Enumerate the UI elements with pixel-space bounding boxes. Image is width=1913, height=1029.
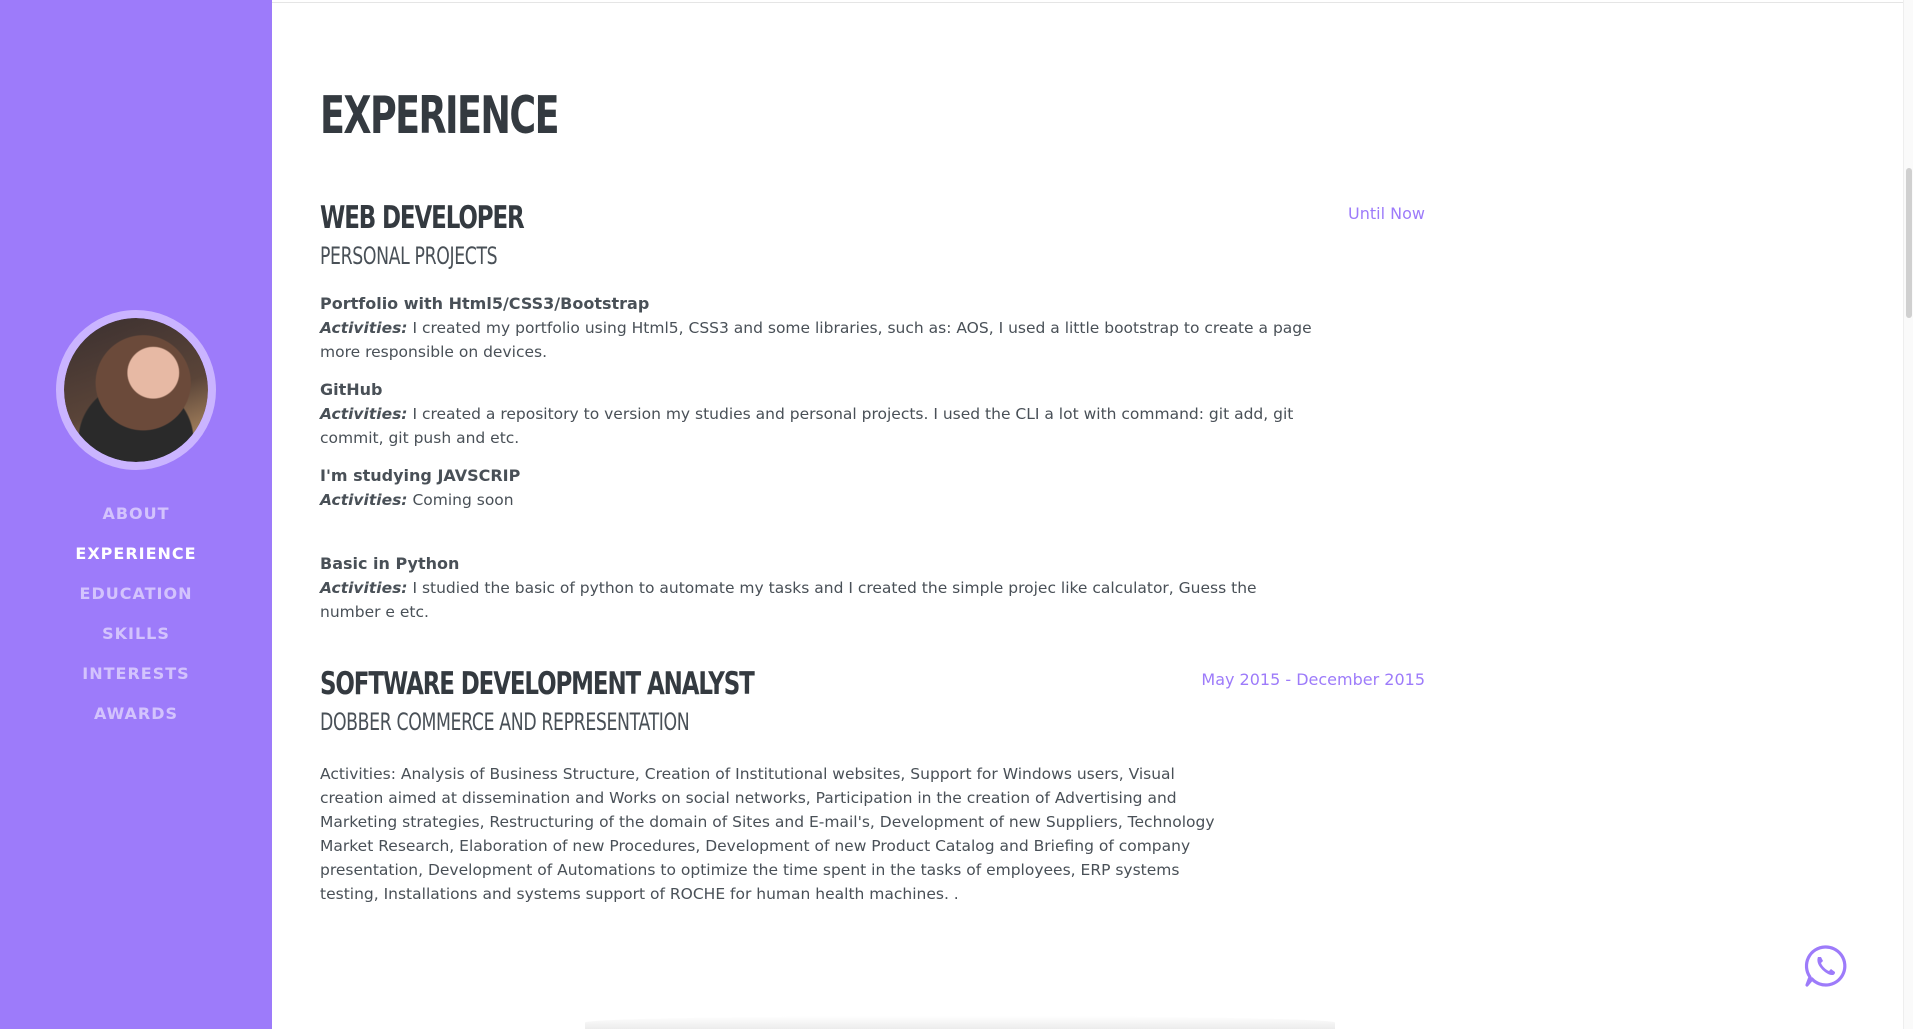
project-description: Activities: I created my portfolio using…	[320, 316, 1320, 364]
job-date: Until Now	[1348, 204, 1425, 223]
project-title: Basic in Python	[320, 554, 460, 573]
activities-text: Coming soon	[407, 491, 514, 509]
nav-item-skills[interactable]: SKILLS	[75, 614, 196, 654]
activities-label: Activities:	[320, 405, 408, 423]
job-company: PERSONAL PROJECTS	[320, 242, 498, 270]
avatar	[56, 310, 216, 470]
job-date: May 2015 - December 2015	[1201, 670, 1425, 689]
nav-item-interests[interactable]: INTERESTS	[75, 654, 196, 694]
nav-item-awards[interactable]: AWARDS	[75, 694, 196, 734]
project-item: GitHub Activities: I created a repositor…	[320, 378, 1425, 450]
job-title: SOFTWARE DEVELOPMENT ANALYST	[320, 666, 755, 702]
scrollbar-thumb[interactable]	[1906, 168, 1912, 318]
job-entry: May 2015 - December 2015 SOFTWARE DEVELO…	[320, 666, 1425, 906]
footer-shadow	[585, 1016, 1335, 1029]
project-title: GitHub	[320, 380, 383, 399]
project-item: Basic in Python Activities: I studied th…	[320, 552, 1425, 624]
project-description: Activities: Coming soon	[320, 488, 1320, 512]
project-description: Activities: I created a repository to ve…	[320, 402, 1320, 450]
project-title: I'm studying JAVSCRIP	[320, 466, 521, 485]
activities-text: I studied the basic of python to automat…	[320, 579, 1257, 621]
activities-text: I created my portfolio using Html5, CSS3…	[320, 319, 1312, 361]
activities-text: I created a repository to version my stu…	[320, 405, 1294, 447]
nav-item-experience[interactable]: EXPERIENCE	[75, 534, 196, 574]
nav-item-education[interactable]: EDUCATION	[75, 574, 196, 614]
job-description: Activities: Analysis of Business Structu…	[320, 765, 1215, 903]
project-description: Activities: I studied the basic of pytho…	[320, 576, 1320, 624]
project-item: I'm studying JAVSCRIP Activities: Coming…	[320, 464, 1425, 512]
whatsapp-button[interactable]	[1803, 944, 1847, 988]
project-title: Portfolio with Html5/CSS3/Bootstrap	[320, 294, 650, 313]
sidebar-nav: ABOUT EXPERIENCE EDUCATION SKILLS INTERE…	[75, 494, 196, 734]
project-item: Portfolio with Html5/CSS3/Bootstrap Acti…	[320, 292, 1425, 364]
job-title: WEB DEVELOPER	[320, 200, 525, 236]
activities-label: Activities:	[320, 491, 408, 509]
activities-label: Activities:	[320, 579, 408, 597]
whatsapp-icon	[1804, 945, 1847, 987]
nav-item-about[interactable]: ABOUT	[75, 494, 196, 534]
job-entry: Until Now WEB DEVELOPER PERSONAL PROJECT…	[320, 200, 1425, 624]
scrollbar[interactable]	[1903, 0, 1913, 1029]
top-divider	[272, 0, 1913, 3]
activities-label: Activities:	[320, 319, 408, 337]
job-company: DOBBER COMMERCE AND REPRESENTATION	[320, 708, 690, 736]
profile-photo	[64, 318, 208, 462]
section-title: EXPERIENCE	[320, 86, 560, 146]
sidebar: ABOUT EXPERIENCE EDUCATION SKILLS INTERE…	[0, 0, 272, 1029]
